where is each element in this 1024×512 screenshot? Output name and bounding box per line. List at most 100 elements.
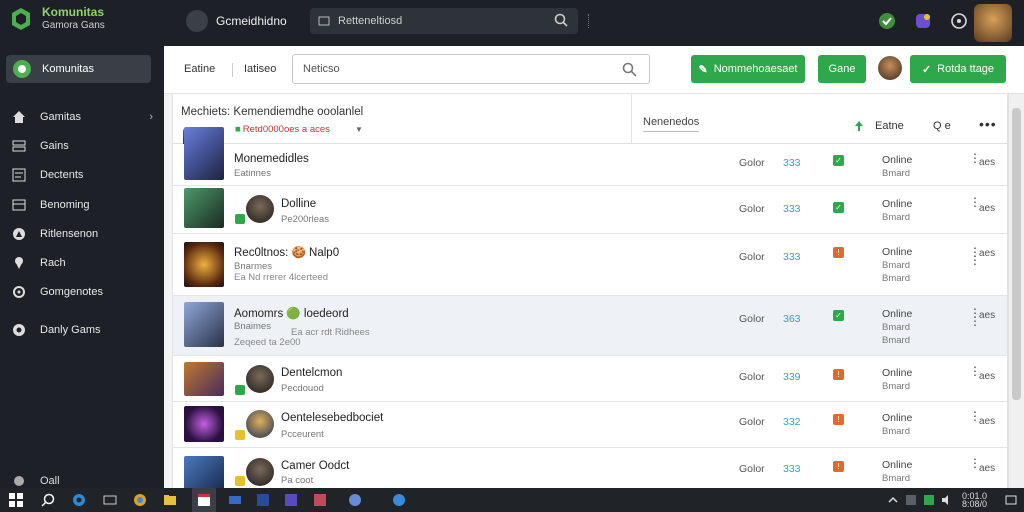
app-icon[interactable] xyxy=(313,493,327,507)
avatar[interactable] xyxy=(878,56,902,80)
row-menu-icon[interactable]: ⋮ xyxy=(969,196,981,208)
row-more[interactable]: aes xyxy=(979,371,995,382)
warning-icon[interactable]: ! xyxy=(833,414,844,425)
mail-app-icon[interactable] xyxy=(228,493,242,507)
warning-icon[interactable]: ! xyxy=(833,247,844,258)
game-thumbnail xyxy=(184,242,224,287)
volume-icon[interactable] xyxy=(940,493,954,507)
row-more[interactable]: aes xyxy=(979,416,995,427)
add-stage-button[interactable]: ✓ Rotda ttage xyxy=(910,55,1006,83)
sidebar-item-danly-gams[interactable]: Danly Gams xyxy=(12,320,157,340)
notification-center-icon[interactable] xyxy=(1004,493,1018,507)
sidebar-item-gomgenotes[interactable]: Gomgenotes xyxy=(12,282,157,302)
task-view-icon[interactable] xyxy=(103,493,117,507)
chevron-up-icon[interactable] xyxy=(886,493,900,507)
table-row[interactable]: Rec0ltnos: 🍪 Nalp0 Bnarmes Ea Nd rrerer … xyxy=(173,234,1007,296)
warning-icon[interactable]: ! xyxy=(833,369,844,380)
brand[interactable]: Komunitas Gamora Gans xyxy=(8,6,105,32)
row-count[interactable]: 333 xyxy=(783,157,801,169)
avatar[interactable] xyxy=(246,410,274,438)
row-count[interactable]: 332 xyxy=(783,416,801,428)
search-icon[interactable] xyxy=(622,62,637,77)
app-logo-icon xyxy=(12,8,30,30)
row-title: Oentelesebedbociet xyxy=(281,412,384,424)
row-more[interactable]: aes xyxy=(979,248,995,259)
store-icon[interactable] xyxy=(284,493,298,507)
network-icon[interactable] xyxy=(922,493,936,507)
row-menu-icon[interactable]: ⋮ xyxy=(969,365,981,377)
row-status-text: Online xyxy=(882,246,913,258)
user-avatar[interactable] xyxy=(974,4,1012,42)
row-more[interactable]: aes xyxy=(979,157,995,168)
panel-title: Mechiets: Kemendiemdhe ooolanlel xyxy=(181,106,364,118)
settings-icon[interactable] xyxy=(950,12,968,30)
game-button[interactable]: Gane xyxy=(818,55,866,83)
avatar[interactable] xyxy=(246,365,274,393)
panel-subtitle[interactable]: ■ Retd0000oes a aces xyxy=(235,124,330,135)
row-count[interactable]: 333 xyxy=(783,203,801,215)
table-row[interactable]: Oentelesebedbociet Pcceurent Golor 332 !… xyxy=(173,402,1007,448)
row-status-sub: Bmard xyxy=(882,426,910,437)
sidebar-item-benoming[interactable]: Benoming xyxy=(12,195,157,215)
clock[interactable]: 0:01.0 8:08/0 xyxy=(962,492,987,509)
row-menu-icon[interactable]: ⋮ xyxy=(969,152,981,164)
app-tray-icon[interactable] xyxy=(904,493,918,507)
tab-eatine[interactable]: Eatine xyxy=(184,63,215,75)
filter-dropdown[interactable]: Nenenedos xyxy=(643,116,700,132)
table-row[interactable]: Aomomrs 🟢 loedeord Bnaimes Ea acr rdt Ri… xyxy=(173,296,1007,356)
status-check-icon[interactable]: ✓ xyxy=(833,202,844,213)
create-button[interactable]: ✎ Nommehoaesaet xyxy=(691,55,805,83)
row-more[interactable]: aes xyxy=(979,203,995,214)
tab-iatiseo[interactable]: Iatiseo xyxy=(244,63,276,75)
calendar-app-icon[interactable] xyxy=(197,493,211,507)
app-icon[interactable] xyxy=(348,493,362,507)
row-menu-icon[interactable]: ⋮ xyxy=(969,410,981,422)
scrollbar[interactable] xyxy=(1008,94,1024,488)
sidebar-item-oall[interactable]: Oall xyxy=(12,474,60,488)
edge-browser-icon[interactable] xyxy=(72,493,86,507)
global-search-input[interactable]: Retteneltiosd xyxy=(310,8,578,34)
game-status-icon[interactable] xyxy=(878,12,896,30)
status-filter[interactable]: Eatne xyxy=(853,120,904,132)
status-check-icon[interactable]: ✓ xyxy=(833,310,844,321)
views-filter[interactable]: Q e xyxy=(933,120,951,132)
table-row[interactable]: Camer Oodct Pa coot Golor 333 ! Online Bm… xyxy=(173,448,1007,488)
warning-icon[interactable]: ! xyxy=(833,461,844,472)
file-explorer-icon[interactable] xyxy=(163,493,177,507)
row-count[interactable]: 339 xyxy=(783,371,801,383)
more-options-icon[interactable]: ••• xyxy=(979,116,997,132)
sidebar-item-rach[interactable]: Rach xyxy=(12,253,157,273)
scrollbar-thumb[interactable] xyxy=(1012,108,1021,400)
table-row[interactable]: Monemedidles Eatinnes Golor 333 ✓ Online… xyxy=(173,127,1007,186)
row-more[interactable]: aes xyxy=(979,463,995,474)
row-status: Online Bmard xyxy=(882,198,912,224)
search-input[interactable]: Neticso xyxy=(292,54,650,84)
chevron-down-icon[interactable]: ▼ xyxy=(355,125,363,134)
sidebar-item-ritlensenon[interactable]: Ritlensenon xyxy=(12,224,157,244)
chrome-icon[interactable] xyxy=(133,493,147,507)
table-row[interactable]: Dentelcmon Pecdouod Golor 339 ! Online Bm… xyxy=(173,356,1007,402)
sidebar-item-label: Gains xyxy=(40,140,69,152)
windows-start-icon[interactable] xyxy=(9,493,23,507)
sidebar-item-gains[interactable]: Gains xyxy=(12,136,157,156)
avatar[interactable] xyxy=(246,458,274,486)
row-count[interactable]: 333 xyxy=(783,463,801,475)
app-icon[interactable] xyxy=(256,493,270,507)
row-menu-icon[interactable]: ⋮ ⋮ xyxy=(969,246,981,266)
row-count[interactable]: 333 xyxy=(783,251,801,263)
search-icon[interactable] xyxy=(41,493,55,507)
sidebar-item-gamitas[interactable]: Gamitas › xyxy=(12,107,157,127)
sidebar-item-komunitas[interactable]: Komunitas xyxy=(6,55,151,83)
notifications-icon[interactable] xyxy=(914,12,932,30)
sidebar-item-dectents[interactable]: Dectents xyxy=(12,165,157,185)
row-menu-icon[interactable]: ⋮ ⋮ xyxy=(969,307,981,327)
row-count[interactable]: 363 xyxy=(783,313,801,325)
app-icon[interactable] xyxy=(392,493,406,507)
row-more[interactable]: aes xyxy=(979,310,995,321)
table-row[interactable]: Dolline Pe200rleas Golor 333 ✓ Online Bma… xyxy=(173,186,1007,234)
topbar-title[interactable]: Gcmeidhidno xyxy=(186,10,287,32)
search-icon[interactable] xyxy=(554,13,568,27)
row-menu-icon[interactable]: ⋮ xyxy=(969,457,981,469)
status-check-icon[interactable]: ✓ xyxy=(833,155,844,166)
avatar[interactable] xyxy=(246,195,274,223)
